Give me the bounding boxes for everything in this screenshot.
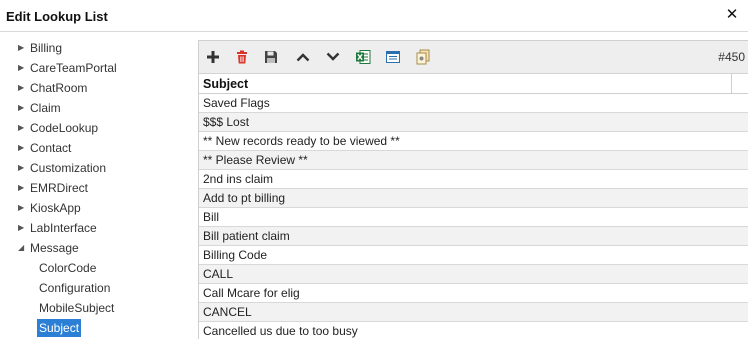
- tree-item-codelookup[interactable]: ▶ CodeLookup: [18, 119, 100, 137]
- trash-icon: [237, 50, 247, 64]
- subject-cell: Cancelled us due to too busy: [203, 324, 358, 338]
- save-icon: [265, 51, 277, 63]
- subject-cell: ** Please Review **: [203, 153, 308, 167]
- tree-item-labinterface[interactable]: ▶ LabInterface: [18, 219, 99, 237]
- tree-item-message[interactable]: ◢ Message: [18, 239, 81, 257]
- grid-toolbar: #450: [199, 41, 748, 74]
- excel-icon: [356, 50, 371, 64]
- collapsed-arrow-icon[interactable]: ▶: [18, 59, 28, 77]
- tree-item-mobilesubject[interactable]: MobileSubject: [37, 299, 116, 317]
- dialog-titlebar: Edit Lookup List ✕: [0, 0, 748, 32]
- tree-item-label: CareTeamPortal: [30, 61, 117, 75]
- table-row[interactable]: CALL: [199, 265, 748, 284]
- chevron-down-icon: [326, 52, 340, 61]
- chevron-up-icon: [296, 53, 310, 62]
- dialog-title: Edit Lookup List: [6, 9, 108, 24]
- tree-item-label: ChatRoom: [30, 81, 88, 95]
- tree-item-kioskapp[interactable]: ▶ KioskApp: [18, 199, 83, 217]
- table-row[interactable]: Add to pt billing: [199, 189, 748, 208]
- table-row[interactable]: $$$ Lost: [199, 113, 748, 132]
- subject-cell: Bill patient claim: [203, 229, 290, 243]
- tree-item-label: ColorCode: [39, 261, 97, 275]
- record-count: #450: [718, 50, 745, 64]
- subject-cell: CANCEL: [203, 305, 252, 319]
- tree-item-careteamportal[interactable]: ▶ CareTeamPortal: [18, 59, 119, 77]
- tree-item-label: Billing: [30, 41, 63, 55]
- tree-item-label: Subject: [37, 319, 82, 337]
- import-icon: [386, 51, 400, 63]
- collapsed-arrow-icon[interactable]: ▶: [18, 99, 28, 117]
- export-excel-button[interactable]: [354, 48, 372, 66]
- tree-item-label: Configuration: [39, 281, 111, 295]
- import-button[interactable]: [384, 48, 402, 66]
- tree-item-contact[interactable]: ▶ Contact: [18, 139, 73, 157]
- add-button[interactable]: [204, 48, 222, 66]
- copy-button[interactable]: [414, 48, 432, 66]
- move-down-button[interactable]: [324, 48, 342, 66]
- tree-item-label: KioskApp: [30, 201, 81, 215]
- table-row[interactable]: 2nd ins claim: [199, 170, 748, 189]
- copy-icon: [416, 49, 430, 65]
- tree-item-label: Contact: [30, 141, 72, 155]
- subject-cell: ** New records ready to be viewed **: [203, 134, 400, 148]
- collapsed-arrow-icon[interactable]: ▶: [18, 159, 28, 177]
- table-row[interactable]: Billing Code: [199, 246, 748, 265]
- table-row[interactable]: ** Please Review **: [199, 151, 748, 170]
- column-divider: [731, 74, 732, 94]
- tree-item-label: Customization: [30, 161, 107, 175]
- collapsed-arrow-icon[interactable]: ▶: [18, 39, 28, 57]
- table-row[interactable]: Saved Flags: [199, 94, 748, 113]
- category-tree: ▶ Billing ▶ CareTeamPortal ▶ ChatRoom ▶ Claim ▶ C…: [0, 33, 198, 339]
- subject-cell: $$$ Lost: [203, 115, 250, 129]
- tree-item-subject[interactable]: Subject: [37, 319, 82, 337]
- table-row[interactable]: Bill: [199, 208, 748, 227]
- tree-item-customization[interactable]: ▶ Customization: [18, 159, 108, 177]
- table-row[interactable]: ** New records ready to be viewed **: [199, 132, 748, 151]
- plus-icon: [207, 51, 219, 63]
- tree-item-chatroom[interactable]: ▶ ChatRoom: [18, 79, 89, 97]
- tree-item-label: LabInterface: [30, 221, 97, 235]
- table-row[interactable]: Call Mcare for elig: [199, 284, 748, 303]
- grid-header: Subject: [199, 74, 748, 94]
- move-up-button[interactable]: [294, 48, 312, 66]
- tree-item-label: EMRDirect: [30, 181, 89, 195]
- subject-cell: Add to pt billing: [203, 191, 286, 205]
- tree-item-label: MobileSubject: [39, 301, 115, 315]
- subject-cell: Bill: [203, 210, 220, 224]
- tree-item-emrdirect[interactable]: ▶ EMRDirect: [18, 179, 90, 197]
- table-row[interactable]: Bill patient claim: [199, 227, 748, 246]
- expanded-arrow-icon[interactable]: ◢: [18, 239, 28, 257]
- collapsed-arrow-icon[interactable]: ▶: [18, 79, 28, 97]
- tree-item-label: CodeLookup: [30, 121, 99, 135]
- collapsed-arrow-icon[interactable]: ▶: [18, 219, 28, 237]
- subject-cell: 2nd ins claim: [203, 172, 274, 186]
- collapsed-arrow-icon[interactable]: ▶: [18, 179, 28, 197]
- tree-item-colorcode[interactable]: ColorCode: [37, 259, 98, 277]
- collapsed-arrow-icon[interactable]: ▶: [18, 139, 28, 157]
- table-row[interactable]: Cancelled us due to too busy: [199, 322, 748, 339]
- subject-cell: CALL: [203, 267, 234, 281]
- collapsed-arrow-icon[interactable]: ▶: [18, 119, 28, 137]
- collapsed-arrow-icon[interactable]: ▶: [18, 199, 28, 217]
- delete-button[interactable]: [233, 48, 251, 66]
- table-row[interactable]: CANCEL: [199, 303, 748, 322]
- lookup-grid-pane: #450 Subject Saved Flags $$$ Lost ** New r…: [198, 40, 748, 339]
- tree-item-label: Claim: [30, 101, 61, 115]
- tree-item-label: Message: [30, 241, 79, 255]
- subject-cell: Call Mcare for elig: [203, 286, 300, 300]
- subject-cell: Billing Code: [203, 248, 268, 262]
- subject-cell: Saved Flags: [203, 96, 270, 110]
- save-button[interactable]: [262, 48, 280, 66]
- tree-item-claim[interactable]: ▶ Claim: [18, 99, 63, 117]
- tree-item-billing[interactable]: ▶ Billing: [18, 39, 64, 57]
- close-icon[interactable]: ✕: [724, 7, 740, 23]
- tree-item-configuration[interactable]: Configuration: [37, 279, 112, 297]
- column-header-subject[interactable]: Subject: [203, 77, 248, 91]
